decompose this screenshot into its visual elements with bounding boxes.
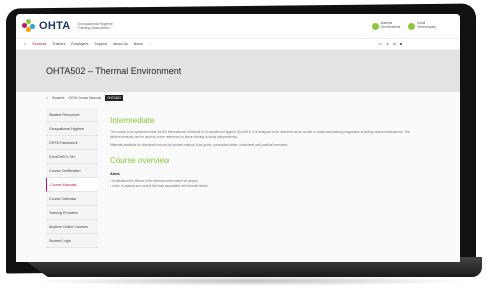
laptop-shadow: [30, 276, 470, 286]
page-title: OHTA502 – Thermal Environment: [46, 66, 182, 76]
cart-icon[interactable]: ▭: [379, 42, 382, 46]
nav-item-employers[interactable]: Employers: [71, 42, 88, 46]
sidebar-item-student-login[interactable]: Student Login: [46, 234, 98, 248]
sidebar-item-ohta-framework[interactable]: OHTA Framework: [46, 136, 98, 150]
breadcrumb-item[interactable]: Students: [52, 96, 65, 100]
sidebar-item-occupational-hygiene[interactable]: Occupational Hygiene: [46, 122, 98, 136]
sidebar-item-course-manuals[interactable]: Course Manuals: [46, 178, 98, 192]
page-content: Student Resources Occupational Hygiene O…: [16, 108, 460, 248]
menu-icon[interactable]: ■: [400, 42, 402, 46]
logo-text: OHTA: [39, 20, 71, 32]
contact-address[interactable]: Address Get directions: [371, 21, 401, 30]
location-icon: [371, 22, 379, 30]
contact-email[interactable]: Email Send enquiry: [408, 21, 436, 30]
site-header: OHTA Occupational Hygiene Training Assoc…: [16, 14, 460, 39]
sidebar-item-course-certification[interactable]: Course Certification: [46, 164, 98, 178]
email-icon: [408, 22, 416, 30]
main-nav: ⌂ Students Trainers Employers Support Ab…: [16, 39, 460, 50]
intro-paragraph: The course is an optional module for the…: [110, 130, 410, 139]
breadcrumb-home-icon[interactable]: ⌂: [46, 96, 48, 100]
nav-item-news[interactable]: News: [134, 42, 143, 46]
laptop-mockup: OHTA Occupational Hygiene Training Assoc…: [0, 0, 487, 294]
sidebar-item-student-resources[interactable]: Student Resources: [46, 108, 98, 122]
sidebar-item-anytime-online-courses[interactable]: Anytime Online Courses: [46, 220, 98, 234]
nav-item-trainers[interactable]: Trainers: [52, 42, 65, 46]
intermediate-heading: Intermediate: [110, 116, 155, 125]
laptop-screen: OHTA Occupational Hygiene Training Assoc…: [16, 14, 460, 262]
sidebar-item-training-providers[interactable]: Training Providers: [46, 206, 98, 220]
sidebar-item-icertoh[interactable]: ICertOH/ICx OH: [46, 150, 98, 164]
breadcrumb: ⌂ Students OHTA Course Manuals OHTA502: [16, 92, 460, 104]
sidebar-item-course-calendar[interactable]: Course Calendar: [46, 192, 98, 206]
aims-list-item: • Learn to assess and control the risks …: [110, 184, 209, 188]
linkedin-icon[interactable]: in: [393, 42, 396, 46]
materials-paragraph: Materials available for download include…: [110, 143, 289, 147]
breadcrumb-current: OHTA502: [105, 95, 124, 101]
contact-line2: Get directions: [380, 25, 401, 29]
nav-item-support[interactable]: Support: [94, 42, 107, 46]
site-logo[interactable]: OHTA Occupational Hygiene Training Assoc…: [22, 19, 118, 33]
home-icon[interactable]: ⌂: [24, 42, 26, 46]
nav-right-icons: ▭ ✕ in ■: [379, 42, 402, 46]
nav-item-about[interactable]: About Us: [113, 42, 128, 46]
header-contacts: Address Get directions Email Send enquiry: [371, 21, 436, 30]
nav-item-students[interactable]: Students: [32, 42, 46, 46]
breadcrumb-item[interactable]: OHTA Course Manuals: [69, 96, 102, 100]
search-icon[interactable]: ⌕: [149, 42, 151, 46]
sidebar: Student Resources Occupational Hygiene O…: [46, 108, 98, 248]
logo-mark-icon: [22, 19, 36, 33]
main-content: Intermediate The course is an optional m…: [98, 108, 460, 248]
course-overview-heading: Course overview: [110, 156, 170, 165]
logo-subtitle: Occupational Hygiene Training Associatio…: [77, 21, 113, 31]
page-title-bar: OHTA502 – Thermal Environment: [16, 50, 460, 92]
x-icon[interactable]: ✕: [386, 42, 389, 46]
aims-heading: Aims: [110, 171, 120, 176]
contact-line2: Send enquiry: [417, 25, 436, 29]
